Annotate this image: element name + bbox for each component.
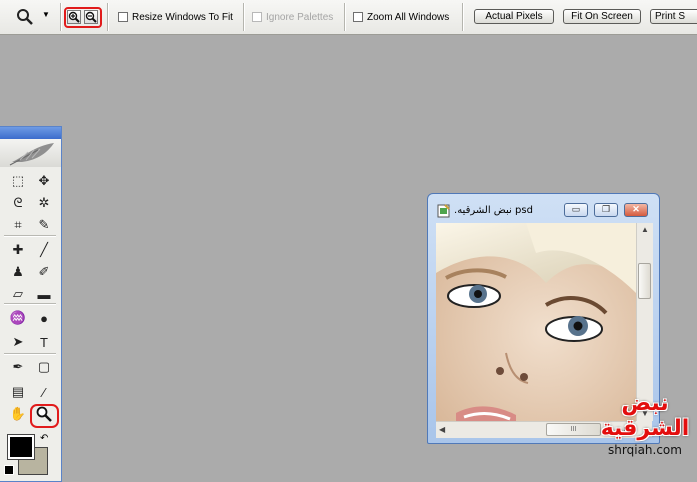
tools-panel: ⬚ ✥ ᘓ ✲ ⌗ ✎ ✚ ╱ ♟ ✐ ▱ ▬ ♒ ● ➤ T ✒ ▢ ▤ ⁄ ✋ ↶ — [0, 126, 62, 482]
tools-panel-titlebar[interactable] — [0, 127, 61, 139]
document-title: .نبض الشرقيه psd — [454, 205, 533, 216]
brush-tool-icon[interactable]: ╱ — [34, 240, 54, 260]
zoom-all-windows-label: Zoom All Windows — [367, 11, 450, 23]
watermark-logo: نبض الشرقية shrqiah.com — [600, 392, 690, 458]
move-tool-icon[interactable]: ✥ — [34, 171, 54, 191]
path-selection-tool-icon[interactable]: ➤ — [8, 332, 28, 352]
resize-windows-label: Resize Windows To Fit — [132, 11, 233, 23]
actual-pixels-button[interactable]: Actual Pixels — [474, 9, 554, 24]
psd-file-icon — [437, 204, 450, 218]
eyedropper-tool-icon[interactable]: ⁄ — [34, 382, 54, 402]
close-button[interactable]: ✕ — [624, 203, 648, 217]
ignore-palettes-option: Ignore Palettes — [252, 7, 333, 27]
default-colors-icon[interactable] — [4, 465, 14, 475]
watermark-url: shrqiah.com — [608, 443, 682, 457]
tool-preset-picker[interactable]: ▼ — [14, 6, 54, 28]
healing-brush-tool-icon[interactable]: ✚ — [8, 240, 28, 260]
restore-button[interactable]: ❐ — [594, 203, 618, 217]
history-brush-tool-icon[interactable]: ✐ — [34, 262, 54, 282]
swap-colors-icon[interactable]: ↶ — [40, 433, 48, 444]
zoom-tool-icon — [17, 9, 33, 25]
highlight-box — [64, 7, 102, 28]
feather-logo[interactable] — [0, 139, 61, 167]
tool-group-divider — [4, 353, 56, 355]
feather-icon — [9, 143, 54, 166]
shape-tool-icon[interactable]: ▢ — [34, 357, 54, 377]
horizontal-scroll-thumb[interactable]: III — [546, 423, 601, 436]
watermark-line1: نبض — [621, 391, 669, 416]
chevron-down-icon: ▼ — [42, 10, 50, 19]
divider — [344, 3, 346, 31]
eraser-tool-icon[interactable]: ▱ — [8, 284, 28, 304]
crop-tool-icon[interactable]: ⌗ — [8, 215, 28, 235]
resize-windows-option[interactable]: Resize Windows To Fit — [118, 7, 233, 27]
watermark-line2: الشرقية — [600, 416, 690, 441]
clone-stamp-tool-icon[interactable]: ♟ — [8, 262, 28, 282]
zoom-all-windows-option[interactable]: Zoom All Windows — [353, 7, 449, 27]
slice-tool-icon[interactable]: ✎ — [34, 215, 54, 235]
pen-tool-icon[interactable]: ✒ — [8, 357, 28, 377]
scroll-left-icon[interactable]: ◀ — [439, 425, 445, 434]
highlight-box — [30, 404, 59, 428]
zoom-all-windows-checkbox[interactable] — [353, 12, 363, 22]
marquee-tool-icon[interactable]: ⬚ — [8, 171, 28, 191]
minimize-button[interactable]: ▭ — [564, 203, 588, 217]
scroll-up-icon[interactable]: ▲ — [641, 225, 649, 234]
type-tool-icon[interactable]: T — [34, 332, 54, 352]
divider — [243, 3, 245, 31]
gradient-tool-icon[interactable]: ▬ — [34, 284, 54, 304]
hand-tool-icon[interactable]: ✋ — [8, 404, 28, 424]
lasso-tool-icon[interactable]: ᘓ — [8, 193, 28, 213]
ignore-palettes-checkbox — [252, 12, 262, 22]
magic-wand-tool-icon[interactable]: ✲ — [34, 193, 54, 213]
foreground-color-swatch[interactable] — [7, 434, 35, 460]
options-bar: ▼ Resize Windows To Fit Ignore Palettes … — [0, 0, 697, 35]
resize-windows-checkbox[interactable] — [118, 12, 128, 22]
divider — [107, 3, 109, 31]
blur-tool-icon[interactable]: ♒ — [8, 308, 28, 328]
fit-on-screen-button[interactable]: Fit On Screen — [563, 9, 641, 24]
notes-tool-icon[interactable]: ▤ — [8, 382, 28, 402]
divider — [462, 3, 464, 31]
print-size-button[interactable]: Print S — [650, 9, 697, 24]
vertical-scroll-thumb[interactable] — [638, 263, 651, 299]
divider — [60, 3, 62, 31]
tool-group-divider — [4, 235, 56, 237]
ignore-palettes-label: Ignore Palettes — [266, 11, 334, 23]
dodge-tool-icon[interactable]: ● — [34, 308, 54, 328]
